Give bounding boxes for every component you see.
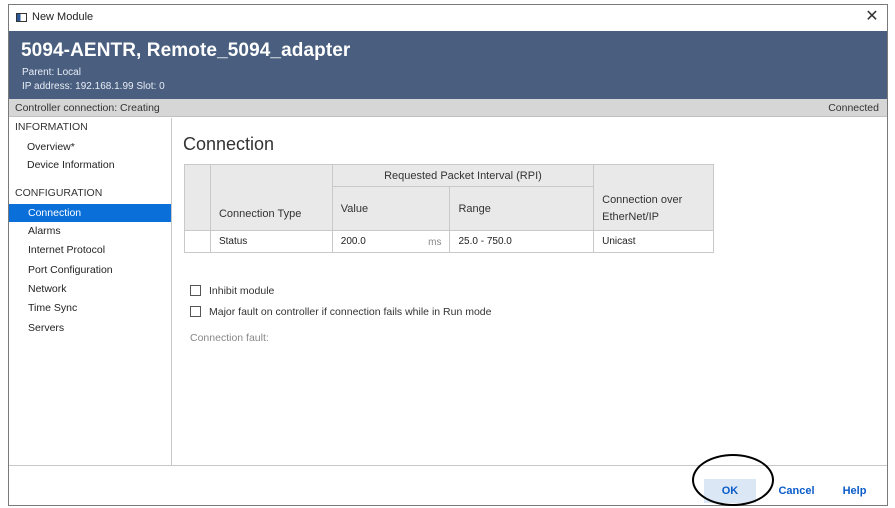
- connection-over-dropdown[interactable]: Unicast: [593, 230, 714, 253]
- new-module-dialog: New Module ✕ 5094-AENTR, Remote_5094_ada…: [8, 4, 888, 506]
- sidebar-item-servers[interactable]: Servers: [9, 319, 171, 337]
- connection-fault-label: Connection fault:: [190, 332, 269, 344]
- sidebar-item-network[interactable]: Network: [9, 280, 171, 298]
- rpi-value: 200.0: [340, 236, 366, 247]
- window-title: New Module: [32, 11, 94, 23]
- row-selector-cell: [184, 230, 211, 253]
- sidebar-item-alarms[interactable]: Alarms: [9, 222, 171, 240]
- connection-table: Connection Type Requested Packet Interva…: [184, 164, 714, 253]
- connected-status: Connected: [828, 102, 879, 114]
- sidebar: INFORMATION Overview* Device Information…: [9, 118, 172, 465]
- table-header-blank: [184, 164, 211, 231]
- sidebar-section-configuration: CONFIGURATION: [15, 187, 103, 199]
- sidebar-item-port-configuration[interactable]: Port Configuration: [9, 261, 171, 279]
- module-parent: Parent: Local: [22, 67, 81, 78]
- inhibit-module-checkbox[interactable]: [190, 285, 201, 296]
- inhibit-module-label[interactable]: Inhibit module: [209, 285, 274, 297]
- column-header-connection-type: Connection Type: [209, 164, 333, 231]
- rpi-value-input[interactable]: 200.0 ms: [331, 230, 451, 253]
- cancel-button[interactable]: Cancel: [774, 479, 819, 503]
- sidebar-item-time-sync[interactable]: Time Sync: [9, 299, 171, 317]
- page-title: Connection: [183, 134, 275, 154]
- title-bar: New Module ✕: [9, 5, 887, 31]
- sidebar-item-internet-protocol[interactable]: Internet Protocol: [9, 241, 171, 259]
- rpi-unit: ms: [428, 237, 442, 248]
- column-header-range: Range: [449, 186, 595, 231]
- module-ip-slot: IP address: 192.168.1.99 Slot: 0: [22, 81, 165, 92]
- rpi-range-cell: 25.0 - 750.0: [449, 230, 595, 253]
- sidebar-section-information: INFORMATION: [15, 121, 88, 133]
- close-icon[interactable]: ✕: [863, 8, 881, 26]
- sidebar-item-connection[interactable]: Connection: [9, 204, 171, 222]
- module-header: 5094-AENTR, Remote_5094_adapter Parent: …: [9, 31, 887, 99]
- column-header-connection-over: Connection over EtherNet/IP: [593, 164, 714, 231]
- connection-type-cell: Status: [209, 230, 333, 253]
- major-fault-checkbox[interactable]: [190, 306, 201, 317]
- sidebar-item-device-information[interactable]: Device Information: [9, 156, 171, 174]
- sidebar-item-overview[interactable]: Overview*: [9, 138, 171, 156]
- module-name: 5094-AENTR, Remote_5094_adapter: [21, 40, 351, 61]
- connection-status-bar: Controller connection: Creating Connecte…: [9, 99, 887, 117]
- ok-button[interactable]: OK: [704, 479, 756, 503]
- major-fault-label[interactable]: Major fault on controller if connection …: [209, 306, 491, 318]
- inhibit-module-row: Inhibit module: [190, 285, 274, 297]
- table-row: Status 200.0 ms 25.0 - 750.0 Unicast: [184, 230, 714, 253]
- window-icon: [16, 13, 27, 22]
- help-button[interactable]: Help: [837, 479, 872, 503]
- column-header-rpi: Requested Packet Interval (RPI): [331, 164, 595, 187]
- major-fault-row: Major fault on controller if connection …: [190, 306, 491, 318]
- connection-panel: Connection Connection Type Requested Pac…: [173, 118, 887, 465]
- controller-connection-status: Controller connection: Creating: [15, 102, 160, 114]
- column-header-value: Value: [331, 186, 451, 231]
- dialog-footer: OK Cancel Help: [9, 465, 887, 505]
